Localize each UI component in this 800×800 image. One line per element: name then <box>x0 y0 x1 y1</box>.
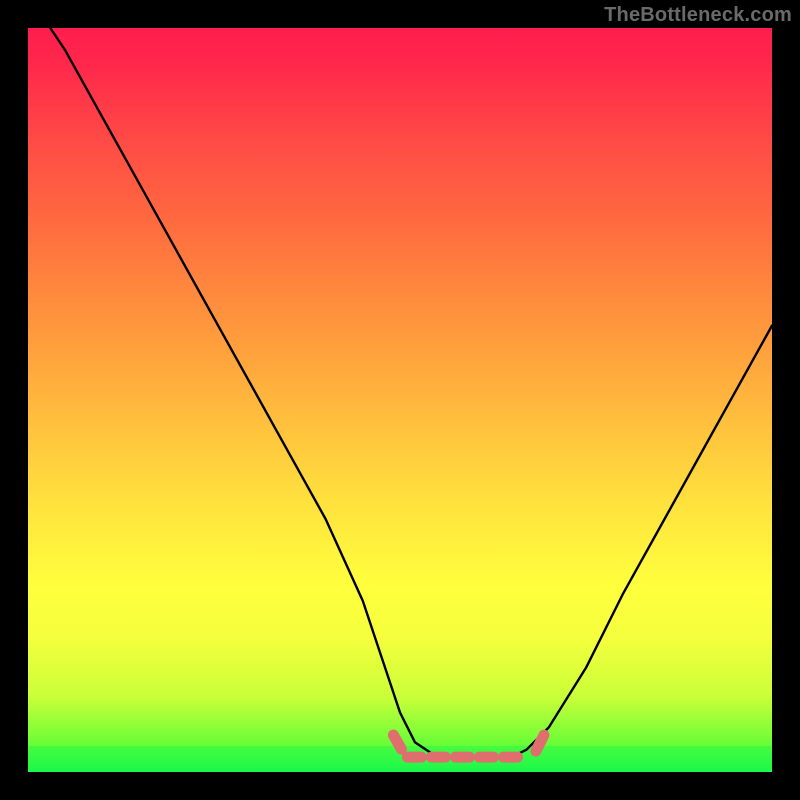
plot-area <box>28 28 772 772</box>
chart-svg <box>28 28 772 772</box>
flat-bottom-marker <box>393 735 544 757</box>
chart-container: TheBottleneck.com <box>0 0 800 800</box>
watermark-label: TheBottleneck.com <box>604 4 792 27</box>
curve-line <box>50 28 772 757</box>
